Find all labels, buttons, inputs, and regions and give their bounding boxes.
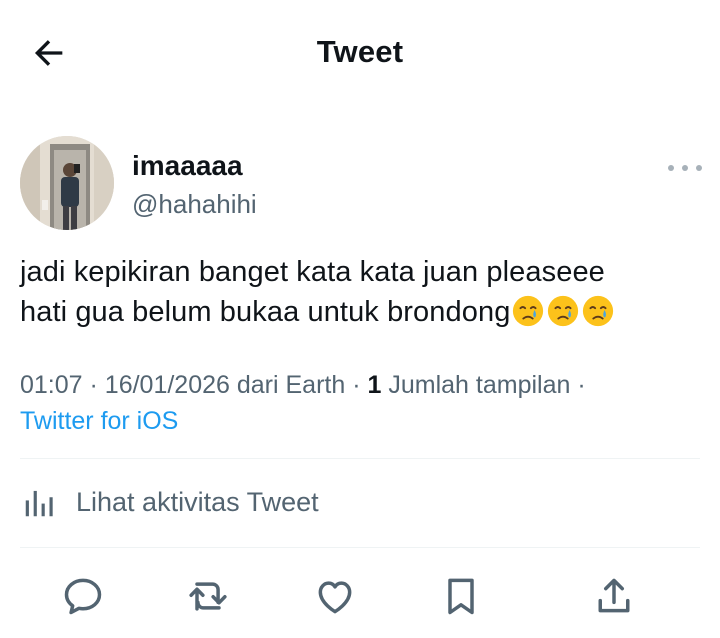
reply-icon [64, 578, 102, 615]
top-bar: Tweet [0, 0, 720, 104]
meta-separator: · [352, 371, 361, 399]
tweet-text-line-with-emoji: hati gua belum bukaa untuk brondong [20, 292, 700, 332]
bar-chart-icon [20, 482, 60, 522]
avatar[interactable] [20, 136, 114, 230]
tweet-author: imaaaaa @hahahihi [20, 136, 702, 232]
more-dots-icon [696, 165, 702, 171]
views-label: Jumlah tampilan [388, 371, 571, 399]
tweet-text: jadi kepikiran banget kata kata juan ple… [20, 252, 700, 332]
view-tweet-activity-button[interactable]: Lihat aktivitas Tweet [20, 470, 700, 534]
more-options-button[interactable] [668, 158, 702, 178]
share-icon [598, 578, 630, 613]
tweet-meta-row: 01:07 · 16/01/2026 dari Earth · 1 Jumlah… [20, 367, 710, 403]
retweet-icon [189, 582, 227, 611]
tweet-location: dari Earth [236, 371, 346, 399]
meta-separator: · [577, 371, 586, 399]
share-button[interactable] [590, 572, 638, 620]
crying-face-emoji [548, 295, 579, 327]
tweet-client-link[interactable]: Twitter for iOS [20, 403, 710, 439]
author-display-name[interactable]: imaaaaa [132, 150, 243, 182]
crying-face-emoji [583, 295, 614, 327]
page-title: Tweet [316, 34, 404, 69]
tweet-action-bar [20, 562, 700, 632]
reply-button[interactable] [59, 572, 107, 620]
bookmark-button[interactable] [437, 572, 485, 620]
more-dots-icon [682, 165, 688, 171]
avatar-photo [20, 136, 114, 230]
meta-separator: · [89, 371, 98, 399]
view-tweet-activity-label: Lihat aktivitas Tweet [76, 486, 319, 517]
more-dots-icon [668, 165, 674, 171]
tweet-time[interactable]: 01:07 [20, 371, 83, 399]
heart-icon [318, 581, 352, 614]
like-button[interactable] [311, 572, 359, 620]
tweet-date[interactable]: 16/01/2026 [105, 371, 230, 399]
tweet-meta: 01:07 · 16/01/2026 dari Earth · 1 Jumlah… [20, 367, 710, 439]
divider [20, 458, 700, 459]
views-count: 1 [367, 371, 382, 399]
crying-face-emoji [513, 295, 544, 327]
divider [20, 547, 700, 548]
tweet-text-segment: hati gua belum bukaa untuk brondong [20, 296, 511, 328]
bookmark-icon [448, 578, 474, 615]
retweet-button[interactable] [184, 572, 232, 620]
tweet-text-line: jadi kepikiran banget kata kata juan ple… [20, 256, 605, 288]
author-handle[interactable]: @hahahihi [132, 189, 257, 220]
